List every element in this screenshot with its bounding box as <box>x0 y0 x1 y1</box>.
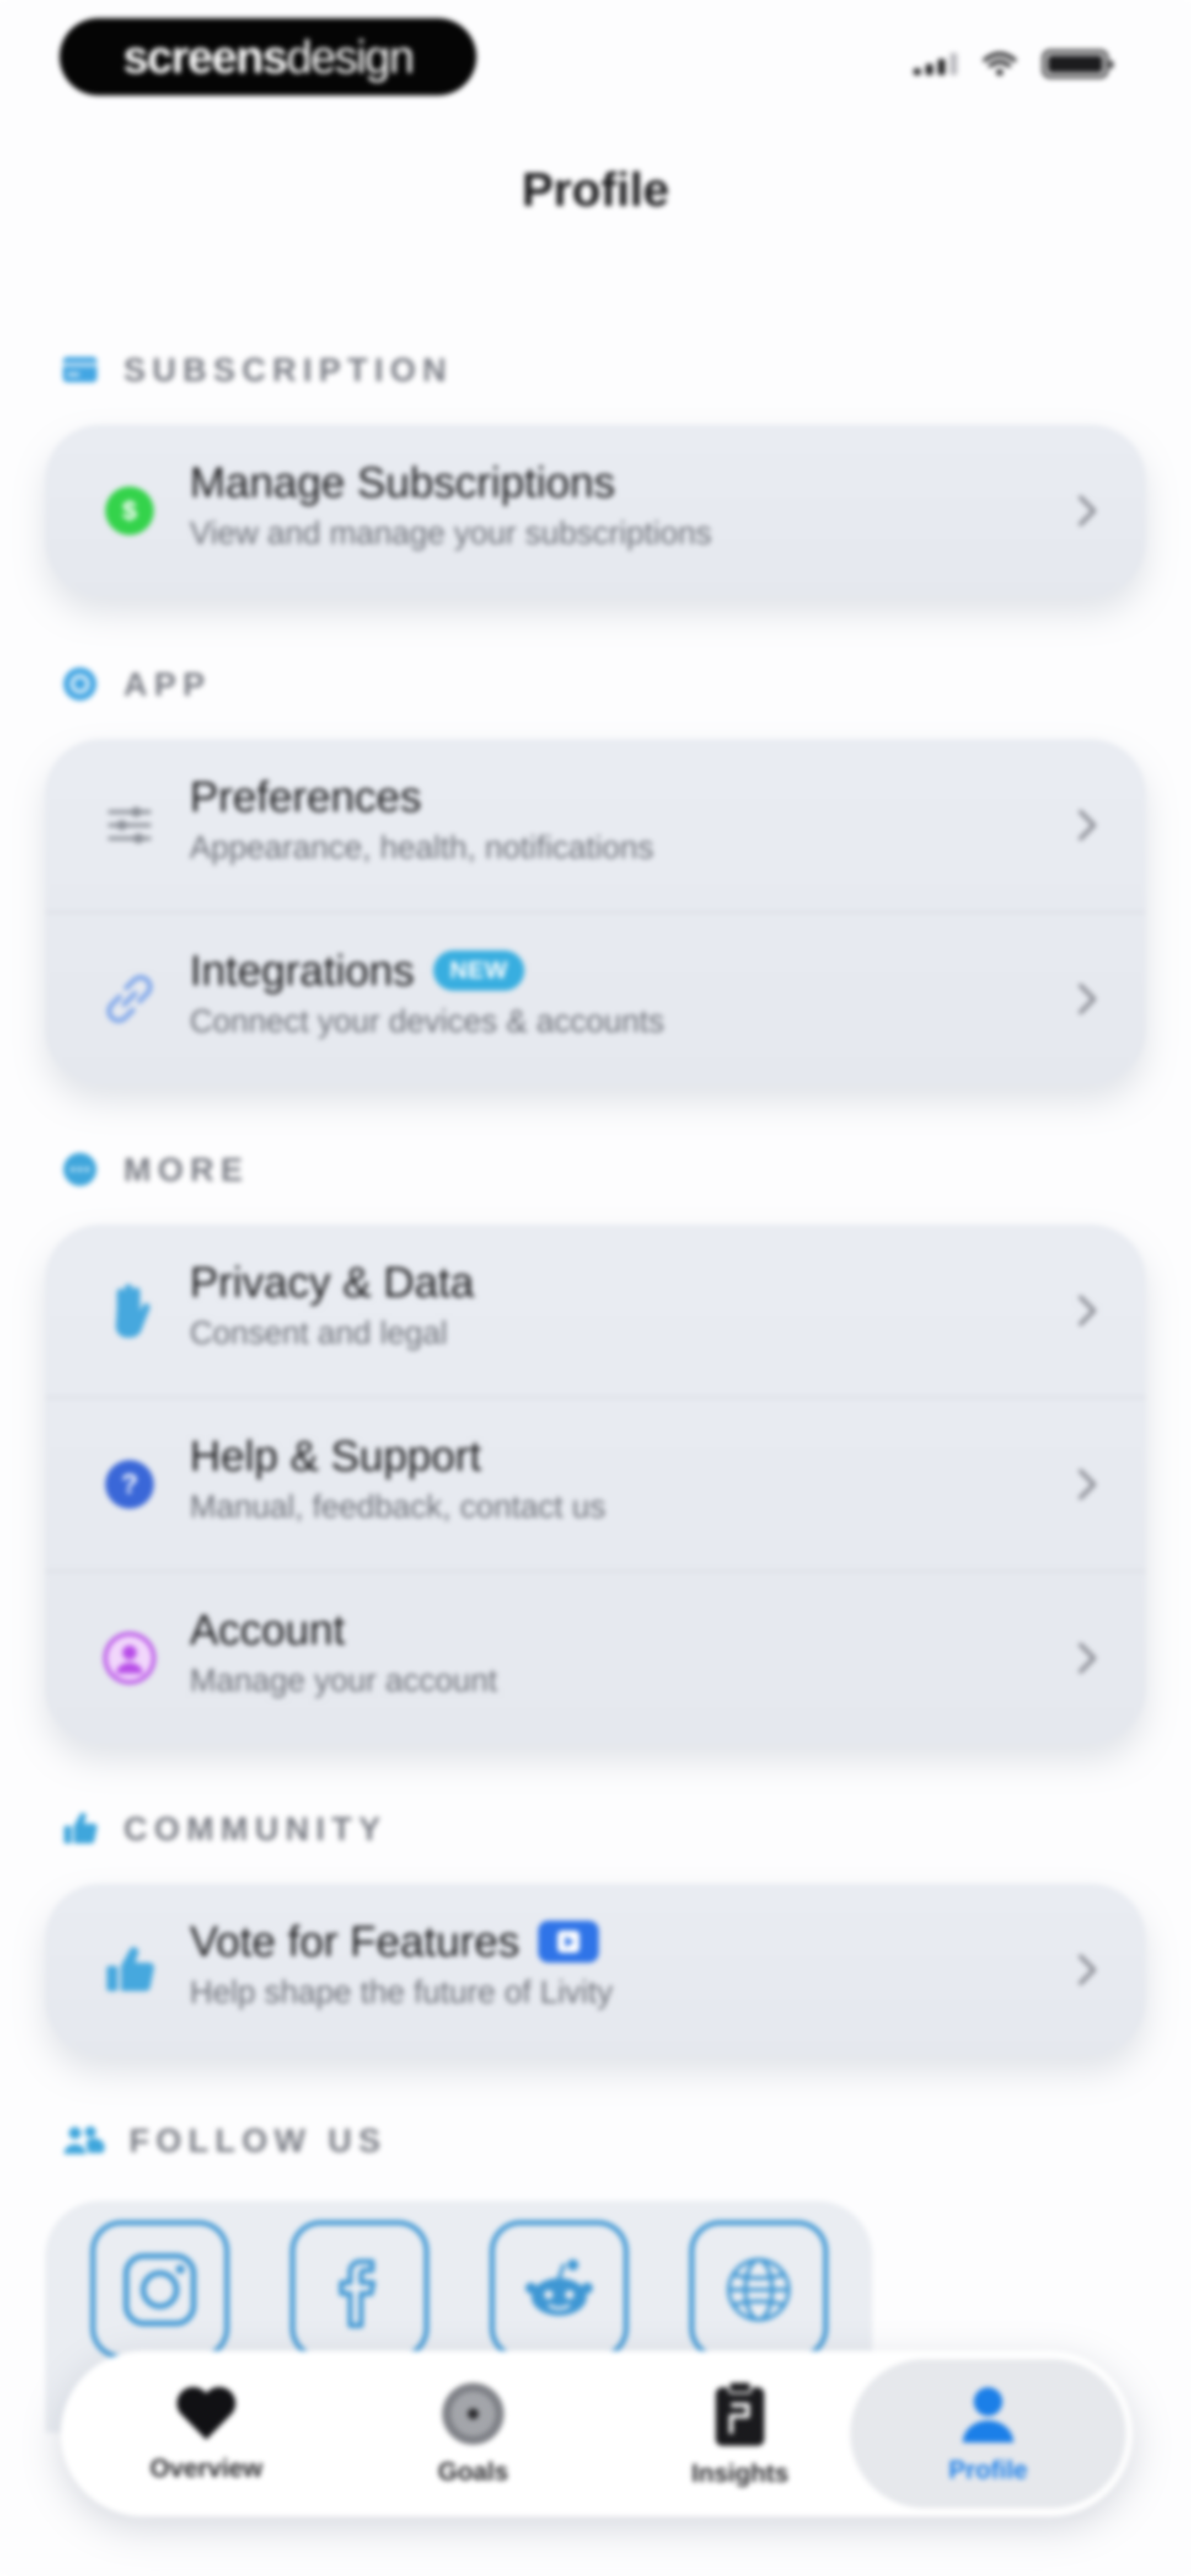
row-title: Privacy & Data <box>190 1258 474 1306</box>
facebook-icon <box>339 2259 376 2328</box>
page-title: Profile <box>522 163 669 216</box>
brand-watermark: screens design <box>60 18 476 95</box>
cellular-signal-icon <box>914 53 957 75</box>
play-icon <box>538 1920 599 1963</box>
instagram-icon <box>124 2253 196 2326</box>
chevron-right-icon <box>1079 1469 1096 1500</box>
section-header-follow-us: FOLLOW US <box>61 2113 387 2168</box>
row-subtitle: Manual, feedback, contact us <box>190 1488 606 1525</box>
section-header-subscription: SUBSCRIPTION <box>61 342 453 397</box>
row-subtitle: View and manage your subscriptions <box>190 515 712 551</box>
section-label: MORE <box>124 1151 249 1188</box>
section-header-community: COMMUNITY <box>61 1801 387 1856</box>
new-badge: NEW <box>433 950 525 991</box>
globe-icon <box>727 2258 791 2322</box>
row-subtitle: Manage your account <box>190 1662 497 1698</box>
card-icon <box>63 357 97 382</box>
profile-screen: screens design Profile SUBSCRIPTION $ Ma… <box>0 0 1191 2576</box>
preferences-row[interactable]: Preferences Appearance, health, notifica… <box>45 739 1146 911</box>
svg-text:$: $ <box>122 496 137 526</box>
integrations-row[interactable]: Integrations NEW Connect your devices & a… <box>45 911 1146 1085</box>
tab-label: Insights <box>691 2459 789 2487</box>
manage-subscriptions-row[interactable]: $ Manage Subscriptions View and manage y… <box>45 425 1146 597</box>
tab-overview[interactable]: Overview <box>73 2359 340 2508</box>
tab-goals[interactable]: Goals <box>340 2359 607 2508</box>
brand-light-text: design <box>286 30 415 83</box>
reddit-icon <box>525 2259 593 2316</box>
thumbs-up-icon <box>64 1813 98 1844</box>
row-title: Account <box>190 1605 345 1654</box>
row-title: Preferences <box>190 772 422 821</box>
chevron-right-icon <box>1079 495 1096 526</box>
heart-icon <box>176 2387 236 2440</box>
chevron-right-icon <box>1079 984 1096 1014</box>
facebook-button[interactable] <box>290 2220 429 2359</box>
reddit-button[interactable] <box>490 2220 629 2359</box>
chevron-right-icon <box>1079 810 1096 841</box>
row-title: Integrations <box>190 946 415 995</box>
section-label: SUBSCRIPTION <box>124 351 453 388</box>
section-label: FOLLOW US <box>129 2121 387 2159</box>
website-button[interactable] <box>689 2220 828 2359</box>
people-icon <box>64 2126 105 2154</box>
tab-label: Overview <box>149 2454 263 2482</box>
privacy-data-row[interactable]: Privacy & Data Consent and legal <box>45 1225 1146 1397</box>
account-row[interactable]: Account Manage your account <box>45 1570 1146 1744</box>
instagram-button[interactable] <box>90 2220 229 2359</box>
row-title: Vote for Features <box>190 1917 520 1965</box>
battery-icon <box>1042 50 1113 78</box>
chevron-right-icon <box>1079 1295 1096 1326</box>
row-title: Help & Support <box>190 1431 481 1480</box>
question-icon: ? <box>99 1454 160 1515</box>
section-header-app: APP <box>61 656 211 712</box>
tab-profile[interactable]: Profile <box>850 2359 1126 2508</box>
brand-bold-text: screens <box>122 30 288 83</box>
sliders-icon <box>99 795 160 856</box>
subscription-card: $ Manage Subscriptions View and manage y… <box>45 425 1146 597</box>
tab-bar: Overview Goals Insights Profile <box>61 2351 1133 2516</box>
row-subtitle: Connect your devices & accounts <box>190 1003 664 1039</box>
status-icons <box>914 50 1113 78</box>
svg-text:?: ? <box>121 1468 138 1499</box>
section-label: APP <box>124 665 212 703</box>
community-card: Vote for Features Help shape the future … <box>45 1884 1146 2056</box>
thumbs-up-icon <box>99 1939 160 2000</box>
row-subtitle: Consent and legal <box>190 1314 448 1351</box>
link-icon <box>99 969 160 1029</box>
row-title: Manage Subscriptions <box>190 458 615 506</box>
gear-icon <box>63 667 96 701</box>
more-card: Privacy & Data Consent and legal ? Help … <box>45 1225 1146 1744</box>
target-icon <box>442 2383 504 2445</box>
tab-label: Goals <box>438 2457 508 2486</box>
dollar-icon: $ <box>99 480 160 541</box>
clipboard-icon <box>716 2381 764 2446</box>
ellipsis-circle-icon <box>63 1153 96 1186</box>
app-card: Preferences Appearance, health, notifica… <box>45 739 1146 1085</box>
vote-for-features-row[interactable]: Vote for Features Help shape the future … <box>45 1884 1146 2056</box>
section-header-more: MORE <box>61 1142 249 1197</box>
section-label: COMMUNITY <box>124 1810 387 1847</box>
row-subtitle: Appearance, health, notifications <box>190 829 654 865</box>
person-circle-icon <box>99 1628 160 1688</box>
tab-insights[interactable]: Insights <box>607 2359 873 2508</box>
chevron-right-icon <box>1079 1954 1096 1985</box>
wifi-icon <box>983 52 1017 76</box>
hand-icon <box>99 1280 160 1341</box>
tab-label: Profile <box>948 2455 1028 2484</box>
help-support-row[interactable]: ? Help & Support Manual, feedback, conta… <box>45 1397 1146 1570</box>
chevron-right-icon <box>1079 1643 1096 1674</box>
row-subtitle: Help shape the future of Livity <box>190 1974 613 2010</box>
person-icon <box>963 2387 1013 2443</box>
